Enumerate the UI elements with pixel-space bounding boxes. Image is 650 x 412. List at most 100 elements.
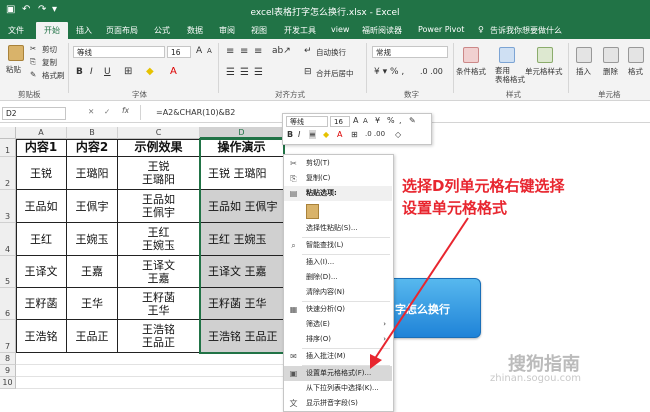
format-button[interactable]: 格式 <box>628 66 643 77</box>
row-header-9[interactable]: 9 <box>0 365 16 377</box>
cell-a5[interactable]: 王译文 <box>16 256 67 288</box>
mini-decimal-icon[interactable]: .0 .00 <box>365 130 385 138</box>
mini-italic-icon[interactable]: I <box>298 130 300 139</box>
row-header-10[interactable]: 10 <box>0 377 16 389</box>
underline-button[interactable]: U <box>104 67 111 77</box>
align-right-icon[interactable]: ☰ <box>254 67 263 78</box>
header-cell-b1[interactable]: 内容2 <box>67 139 118 157</box>
align-top-icon[interactable]: ≡ <box>226 46 234 57</box>
tab-home[interactable]: 开始 <box>36 22 68 39</box>
align-center-icon[interactable]: ☰ <box>240 67 249 78</box>
mini-font-color-icon[interactable]: A <box>337 130 342 139</box>
row-header-7[interactable]: 7 <box>0 320 16 353</box>
tab-power-pivot[interactable]: Power Pivot <box>418 25 464 34</box>
mini-grow-font-icon[interactable]: A <box>353 116 358 125</box>
currency-icon[interactable]: ¥ ▾ % , <box>374 67 404 77</box>
column-header-c[interactable]: C <box>118 127 200 139</box>
column-header-a[interactable]: A <box>16 127 67 139</box>
cell-b6[interactable]: 王华 <box>67 288 118 320</box>
tab-view[interactable]: 视图 <box>251 25 267 36</box>
tab-developer[interactable]: 开发工具 <box>284 25 316 36</box>
cell-b5[interactable]: 王嘉 <box>67 256 118 288</box>
tab-review[interactable]: 审阅 <box>219 25 235 36</box>
column-header-b[interactable]: B <box>67 127 118 139</box>
cell-c6[interactable]: 王籽菡 王华 <box>118 288 200 320</box>
menu-item-copy[interactable]: ⎘ 复制(C) <box>284 171 392 186</box>
format-cells-ribbon-icon[interactable] <box>628 47 644 63</box>
paste-option-icon[interactable] <box>306 204 319 219</box>
insert-cells-icon[interactable] <box>576 47 592 63</box>
cell-b4[interactable]: 王婉玉 <box>67 223 118 256</box>
shrink-font-icon[interactable]: A <box>207 47 212 55</box>
row-header-4[interactable]: 4 <box>0 223 16 256</box>
tab-foxit-reader[interactable]: 福昕阅读器 <box>362 25 402 36</box>
row-header-8[interactable]: 8 <box>0 353 16 365</box>
mini-bold-icon[interactable]: B <box>287 130 293 139</box>
cell-c5[interactable]: 王译文 王嘉 <box>118 256 200 288</box>
row-header-1[interactable]: 1 <box>0 139 16 157</box>
border-icon[interactable]: ⊞ <box>124 66 132 77</box>
tab-file[interactable]: 文件 <box>8 25 24 36</box>
cell-a4[interactable]: 王红 <box>16 223 67 256</box>
delete-cells-button[interactable]: 删除 <box>603 66 618 77</box>
cell-b2[interactable]: 王璐阳 <box>67 157 118 190</box>
cell-a6[interactable]: 王籽菡 <box>16 288 67 320</box>
cell-d2[interactable]: 王锐 王璐阳 <box>200 157 284 190</box>
tell-me-box[interactable]: 告诉我你想要做什么 <box>490 25 562 36</box>
tab-insert[interactable]: 插入 <box>76 25 92 36</box>
row-header-3[interactable]: 3 <box>0 190 16 223</box>
fill-color-icon[interactable]: ◆ <box>146 66 154 77</box>
row-header-6[interactable]: 6 <box>0 288 16 320</box>
mini-align-center-icon[interactable]: ≡ <box>309 130 316 139</box>
fx-icon[interactable]: fx <box>122 106 129 115</box>
menu-item-phonetic[interactable]: 文 显示拼音字段(S) <box>284 396 392 411</box>
wrap-text-button[interactable]: 自动换行 <box>316 47 346 58</box>
mini-border-icon[interactable]: ⊞ <box>351 130 358 139</box>
row-header-2[interactable]: 2 <box>0 157 16 190</box>
italic-button[interactable]: I <box>90 67 93 77</box>
header-cell-d1[interactable]: 操作演示 <box>200 139 284 157</box>
copy-icon[interactable]: ⎘ <box>30 57 36 67</box>
cell-d6[interactable]: 王籽菡 王华 <box>200 288 284 320</box>
cell-a2[interactable]: 王锐 <box>16 157 67 190</box>
enter-icon[interactable]: ✓ <box>104 107 110 116</box>
insert-cells-button[interactable]: 插入 <box>576 66 591 77</box>
tab-data[interactable]: 数据 <box>187 25 203 36</box>
cell-c7[interactable]: 王浩铭 王品正 <box>118 320 200 353</box>
decimal-icon[interactable]: .0 .00 <box>420 67 443 76</box>
copy-button[interactable]: 复制 <box>42 57 57 68</box>
mini-size-select[interactable]: 16 <box>330 116 350 127</box>
mini-font-select[interactable]: 等线 <box>286 116 328 127</box>
cut-icon[interactable]: ✂ <box>30 44 36 53</box>
mini-shrink-font-icon[interactable]: A <box>363 117 368 125</box>
cell-c2[interactable]: 王锐 王璐阳 <box>118 157 200 190</box>
format-painter-icon[interactable]: ✎ <box>30 70 36 79</box>
conditional-format-icon[interactable] <box>463 47 479 63</box>
menu-item-pick-from-list[interactable]: 从下拉列表中选择(K)... <box>284 381 392 396</box>
formula-input[interactable]: =A2&CHAR(10)&B2 <box>156 108 235 117</box>
row-header-5[interactable]: 5 <box>0 256 16 288</box>
font-color-icon[interactable]: A <box>170 66 177 77</box>
header-cell-a1[interactable]: 内容1 <box>16 139 67 157</box>
align-bottom-icon[interactable]: ≡ <box>254 46 262 57</box>
cell-a3[interactable]: 王品如 <box>16 190 67 223</box>
mini-eraser-icon[interactable]: ◇ <box>395 130 401 139</box>
wrap-text-icon[interactable]: ↵ <box>304 46 312 56</box>
cell-styles-icon[interactable] <box>537 47 553 63</box>
cut-button[interactable]: 剪切 <box>42 44 57 55</box>
delete-cells-icon[interactable] <box>603 47 619 63</box>
tab-page-layout[interactable]: 页面布局 <box>106 25 138 36</box>
cell-d5[interactable]: 王译文 王嘉 <box>200 256 284 288</box>
cancel-icon[interactable]: ✕ <box>88 107 94 116</box>
paste-icon[interactable] <box>8 45 24 61</box>
column-header-d[interactable]: D <box>200 127 284 139</box>
tab-formulas[interactable]: 公式 <box>154 25 170 36</box>
mini-format-painter-icon[interactable]: ✎ <box>409 116 416 125</box>
cell-b7[interactable]: 王品正 <box>67 320 118 353</box>
merge-center-button[interactable]: 合并后居中 <box>316 68 354 79</box>
table-format-icon[interactable] <box>499 47 515 63</box>
name-box[interactable]: D2 <box>2 107 66 120</box>
header-cell-c1[interactable]: 示例效果 <box>118 139 200 157</box>
cell-d3[interactable]: 王品如 王佩宇 <box>200 190 284 223</box>
cell-d4[interactable]: 王红 王婉玉 <box>200 223 284 256</box>
